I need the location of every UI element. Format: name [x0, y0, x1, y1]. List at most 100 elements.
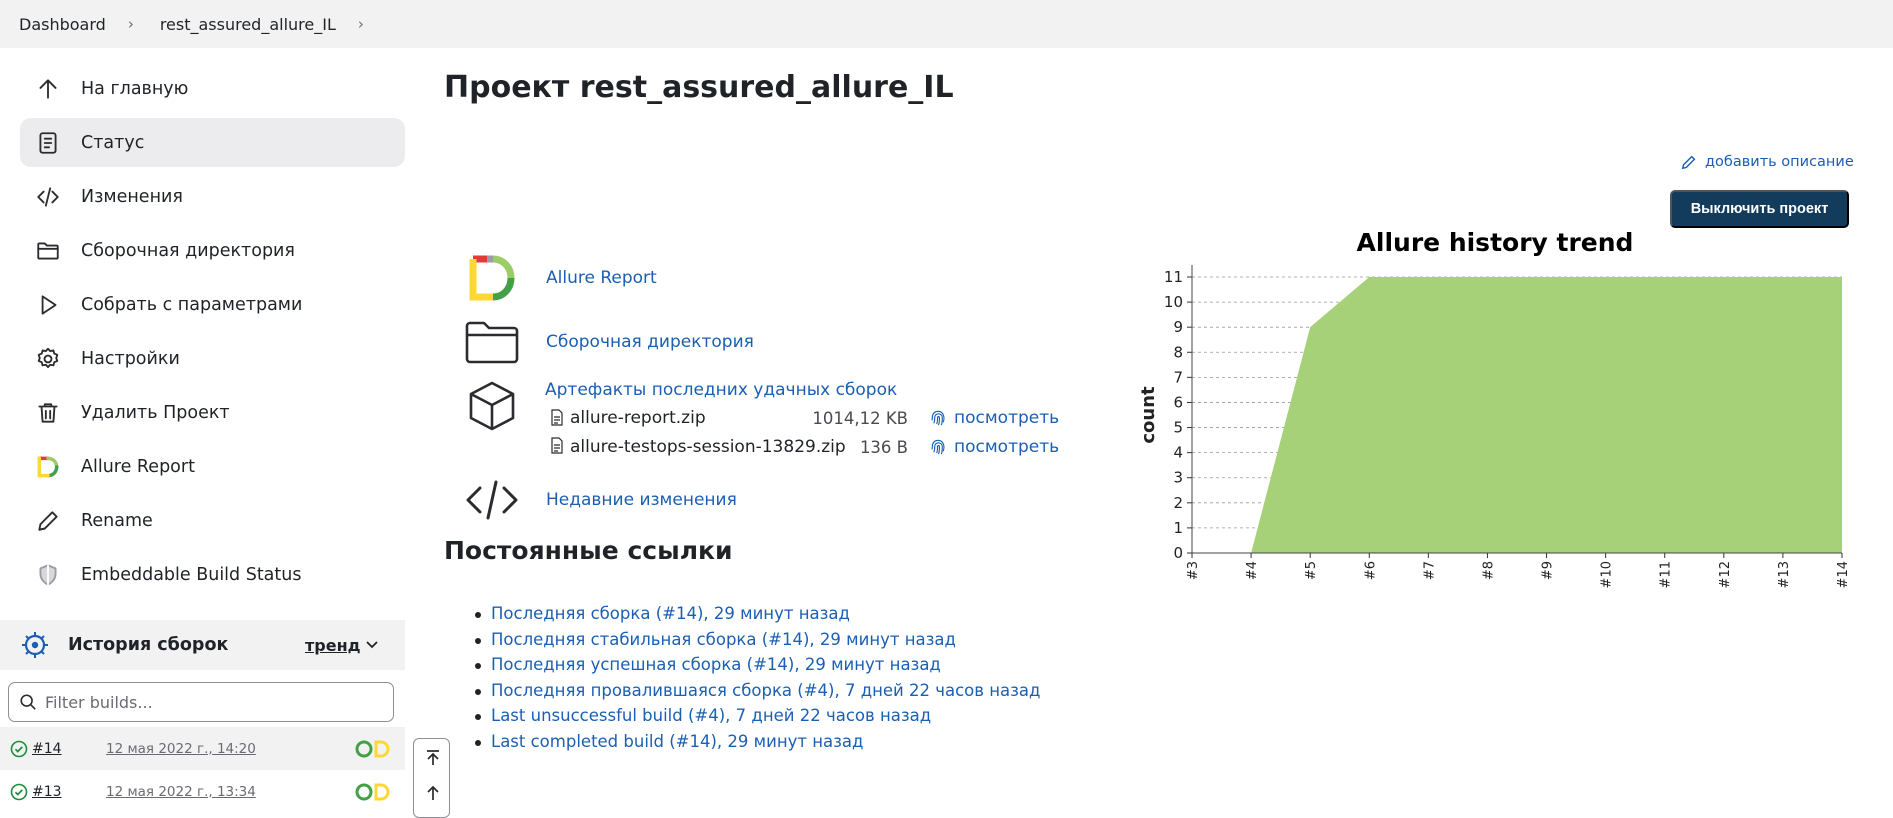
breadcrumb-dashboard[interactable]: Dashboard	[19, 15, 106, 34]
workspace-link[interactable]: Сборочная директория	[546, 332, 754, 352]
recent-changes-link[interactable]: Недавние изменения	[546, 490, 737, 510]
allure-icon	[464, 250, 520, 306]
sidebar-item-delete-project[interactable]: Удалить Проект	[20, 388, 405, 437]
y-tick-label: 4	[1173, 444, 1183, 462]
chevron-right-icon: ›	[128, 15, 134, 33]
y-tick-label: 6	[1173, 393, 1183, 411]
permalink-last-failed-build[interactable]: Последняя провалившаяся сборка (#4), 7 д…	[470, 681, 1040, 707]
page-title: Проект rest_assured_allure_IL	[444, 70, 954, 105]
artifacts-link[interactable]: Артефакты последних удачных сборок	[545, 380, 897, 400]
sidebar-item-label: Статус	[81, 133, 144, 153]
add-description-label: добавить описание	[1705, 154, 1854, 170]
build-number[interactable]: #13	[32, 784, 62, 800]
artifact-view-link[interactable]: посмотреть	[930, 437, 1059, 457]
sidebar-item-label: Embeddable Build Status	[81, 565, 301, 585]
x-tick-label: #3	[1186, 561, 1201, 580]
sidebar-item-allure-report[interactable]: Allure Report	[20, 442, 405, 491]
allure-badge-icon[interactable]	[354, 739, 392, 759]
pencil-icon	[34, 507, 62, 535]
permalink-last-successful-build[interactable]: Последняя успешная сборка (#14), 29 мину…	[470, 655, 1040, 681]
x-tick-label: #5	[1304, 561, 1319, 580]
y-axis-label: count	[1138, 386, 1159, 444]
allure-report-row: Allure Report	[464, 250, 657, 306]
add-description-link[interactable]: добавить описание	[1680, 153, 1854, 171]
filter-builds-input[interactable]: Filter builds...	[8, 682, 394, 722]
chevron-right-icon[interactable]: ›	[358, 15, 364, 33]
file-icon	[550, 437, 564, 454]
sidebar-item-changes[interactable]: Изменения	[20, 172, 405, 221]
scroll-controls	[413, 738, 450, 818]
sidebar-item-label: Изменения	[81, 187, 183, 207]
fingerprint-icon	[930, 439, 947, 456]
chevron-down-icon[interactable]	[364, 636, 380, 652]
x-tick-label: #10	[1600, 561, 1615, 588]
permalink-last-stable-build[interactable]: Последняя стабильная сборка (#14), 29 ми…	[470, 630, 1040, 656]
allure-badge-icon[interactable]	[354, 782, 392, 802]
permalink-last-unsuccessful-build[interactable]: Last unsuccessful build (#4), 7 дней 22 …	[470, 706, 1040, 732]
breadcrumb-project[interactable]: rest_assured_allure_IL	[160, 15, 336, 34]
success-icon	[10, 783, 28, 801]
permalinks-list: Последняя сборка (#14), 29 минут назад П…	[470, 604, 1040, 757]
pencil-icon	[1680, 153, 1698, 171]
artifact-size: 136 B	[798, 438, 908, 457]
permalink-last-completed-build[interactable]: Last completed build (#14), 29 минут наз…	[470, 732, 1040, 758]
y-tick-label: 7	[1173, 368, 1183, 386]
trash-icon	[34, 399, 62, 427]
artifact-view-label: посмотреть	[954, 437, 1059, 457]
allure-history-trend-chart[interactable]: 01234567891011#3#4#5#6#7#8#9#10#11#12#13…	[1130, 222, 1850, 602]
allure-report-link[interactable]: Allure Report	[546, 268, 657, 288]
build-history-header: История сборок тренд	[0, 620, 405, 670]
build-row[interactable]: #14 12 мая 2022 г., 14:20	[0, 727, 405, 770]
play-icon	[34, 291, 62, 319]
build-row[interactable]: #13 12 мая 2022 г., 13:34	[0, 770, 405, 813]
sidebar-item-workspace[interactable]: Сборочная директория	[20, 226, 405, 275]
allure-icon	[34, 453, 62, 481]
sidebar-item-home[interactable]: На главную	[20, 64, 405, 113]
sidebar-item-label: Allure Report	[81, 457, 195, 477]
artifact-file-link[interactable]: allure-report.zip	[570, 408, 706, 428]
artifact-view-label: посмотреть	[954, 408, 1059, 428]
scroll-to-top-icon[interactable]	[414, 741, 451, 775]
sidebar-item-label: Собрать с параметрами	[81, 295, 302, 315]
code-icon	[464, 472, 520, 528]
recent-changes-row: Недавние изменения	[464, 472, 737, 528]
gear-icon	[34, 345, 62, 373]
area-series	[1251, 277, 1842, 553]
artifact-view-link[interactable]: посмотреть	[930, 408, 1059, 428]
sidebar-item-status[interactable]: Статус	[20, 118, 405, 167]
permalink-last-build[interactable]: Последняя сборка (#14), 29 минут назад	[470, 604, 1040, 630]
file-icon	[550, 409, 564, 426]
y-tick-label: 2	[1173, 494, 1183, 512]
build-date[interactable]: 12 мая 2022 г., 14:20	[106, 741, 256, 757]
scroll-up-icon[interactable]	[414, 776, 451, 810]
build-history-icon	[20, 630, 50, 660]
sidebar-item-embeddable-build-status[interactable]: Embeddable Build Status	[20, 550, 405, 599]
x-tick-label: #14	[1836, 561, 1850, 588]
build-history-title: История сборок	[68, 635, 228, 655]
y-tick-label: 0	[1173, 544, 1183, 562]
workspace-row: Сборочная директория	[464, 314, 754, 370]
x-tick-label: #7	[1422, 561, 1437, 580]
folder-icon	[464, 314, 520, 370]
x-tick-label: #8	[1481, 561, 1496, 580]
y-tick-label: 1	[1173, 519, 1183, 537]
sidebar-item-rename[interactable]: Rename	[20, 496, 405, 545]
fingerprint-icon	[930, 410, 947, 427]
filter-placeholder: Filter builds...	[45, 693, 153, 712]
artifacts-row	[464, 378, 546, 434]
y-tick-label: 3	[1173, 469, 1183, 487]
y-tick-label: 9	[1173, 318, 1183, 336]
folder-icon	[34, 237, 62, 265]
sidebar-item-settings[interactable]: Настройки	[20, 334, 405, 383]
x-tick-label: #11	[1659, 561, 1674, 588]
build-number[interactable]: #14	[32, 741, 62, 757]
sidebar-item-build-with-params[interactable]: Собрать с параметрами	[20, 280, 405, 329]
sidebar-item-label: Rename	[81, 511, 153, 531]
trend-link[interactable]: тренд	[305, 636, 361, 655]
package-icon	[464, 378, 520, 434]
sidebar-item-label: На главную	[81, 79, 188, 99]
artifact-size: 1014,12 KB	[798, 409, 908, 428]
build-date[interactable]: 12 мая 2022 г., 13:34	[106, 784, 256, 800]
x-tick-label: #4	[1245, 561, 1260, 580]
x-tick-label: #13	[1777, 561, 1792, 588]
